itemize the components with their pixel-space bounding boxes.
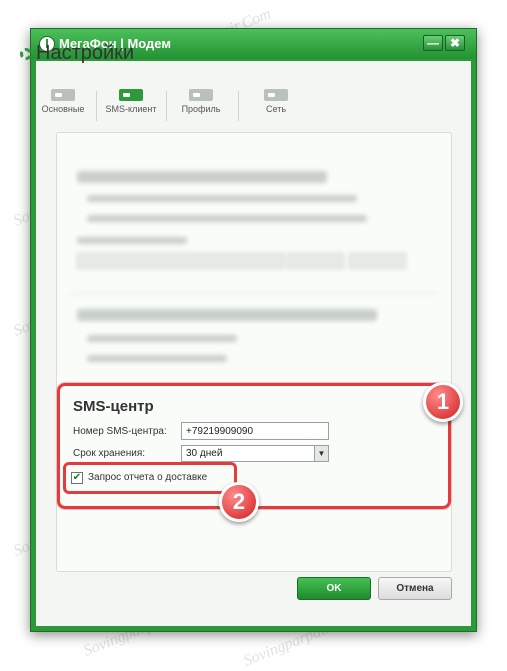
divider	[69, 293, 439, 294]
blurred-button-placeholder	[287, 253, 344, 269]
ok-button[interactable]: OK	[297, 577, 371, 600]
blurred-button-placeholder	[349, 253, 406, 269]
minimize-button[interactable]: —	[423, 35, 443, 51]
gear-icon	[20, 48, 32, 60]
page-title: Настройки	[36, 42, 135, 64]
blurred-text-placeholder	[87, 355, 227, 362]
blurred-input-placeholder	[77, 253, 284, 269]
close-button[interactable]: ✖	[445, 35, 465, 51]
blurred-text-placeholder	[77, 237, 187, 244]
sim-card-icon	[264, 89, 288, 101]
tab-label: Основные	[41, 104, 85, 114]
blurred-text-placeholder	[87, 335, 237, 342]
blurred-text-placeholder	[87, 215, 367, 222]
settings-tabs: Основные SMS-клиент Профиль Сеть	[38, 85, 368, 125]
tab-network[interactable]: Сеть	[241, 85, 311, 125]
tab-divider	[238, 91, 239, 121]
tab-profile[interactable]: Профиль	[166, 85, 236, 125]
blurred-heading-placeholder	[77, 309, 377, 321]
highlight-frame-delivery-report	[63, 462, 237, 494]
cancel-button[interactable]: Отмена	[378, 577, 452, 600]
tab-general[interactable]: Основные	[28, 85, 98, 125]
sim-card-icon	[189, 89, 213, 101]
blurred-text-placeholder	[87, 195, 357, 202]
tab-label: Сеть	[265, 104, 287, 114]
tab-label: Профиль	[181, 104, 221, 114]
step-badge-2: 2	[219, 482, 259, 522]
tab-sms-client[interactable]: SMS-клиент	[96, 85, 166, 125]
tab-label: SMS-клиент	[105, 104, 157, 114]
blurred-heading-placeholder	[77, 171, 327, 183]
sim-card-icon	[51, 89, 75, 101]
sim-card-icon	[119, 89, 143, 101]
step-badge-1: 1	[423, 382, 463, 422]
